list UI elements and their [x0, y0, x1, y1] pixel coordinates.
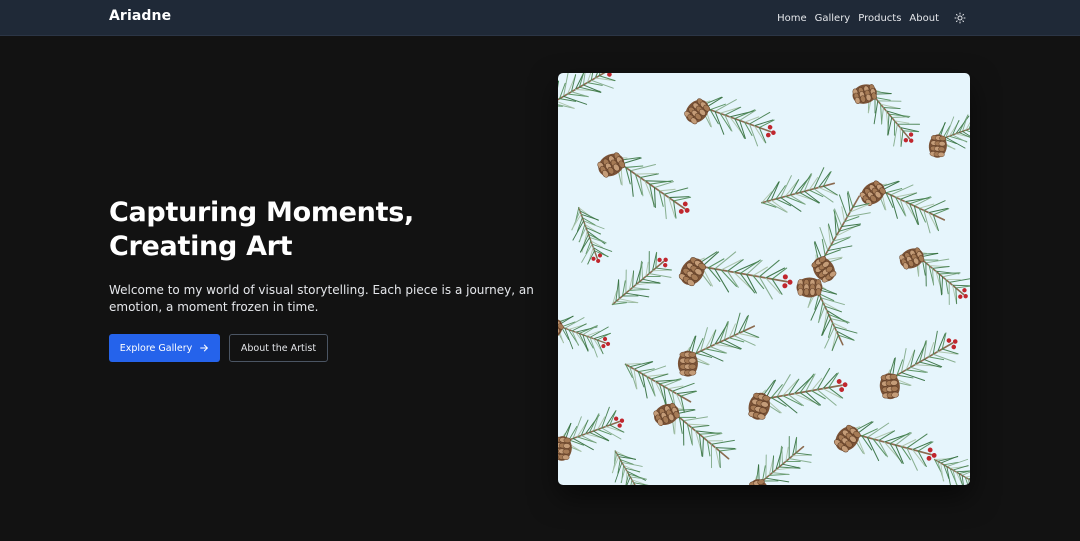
navbar: Ariadne Home Gallery Products About	[0, 0, 1080, 36]
nav-links: Home Gallery Products About	[777, 0, 967, 36]
hero-description-line-2: emotion, a moment frozen in time.	[109, 300, 319, 314]
hero-description: Welcome to my world of visual storytelli…	[109, 282, 534, 316]
pinecone-pattern	[558, 73, 970, 485]
about-artist-label: About the Artist	[240, 342, 317, 354]
nav-link-products[interactable]: Products	[858, 13, 901, 24]
sun-icon	[954, 12, 966, 24]
hero-title: Capturing Moments, Creating Art	[109, 196, 529, 264]
explore-gallery-label: Explore Gallery	[119, 342, 193, 354]
nav-link-gallery[interactable]: Gallery	[815, 13, 851, 24]
hero-title-line-1: Capturing Moments,	[109, 197, 414, 228]
featured-artwork-image	[558, 73, 970, 485]
brand-logo[interactable]: Ariadne	[109, 8, 171, 24]
hero-title-line-2: Creating Art	[109, 231, 293, 262]
hero-description-line-1: Welcome to my world of visual storytelli…	[109, 283, 534, 297]
explore-gallery-button[interactable]: Explore Gallery	[109, 334, 220, 362]
nav-link-about[interactable]: About	[909, 13, 939, 24]
theme-toggle-button[interactable]	[953, 11, 967, 25]
about-artist-button[interactable]: About the Artist	[229, 334, 328, 362]
arrow-right-icon	[200, 344, 209, 352]
nav-link-home[interactable]: Home	[777, 13, 807, 24]
